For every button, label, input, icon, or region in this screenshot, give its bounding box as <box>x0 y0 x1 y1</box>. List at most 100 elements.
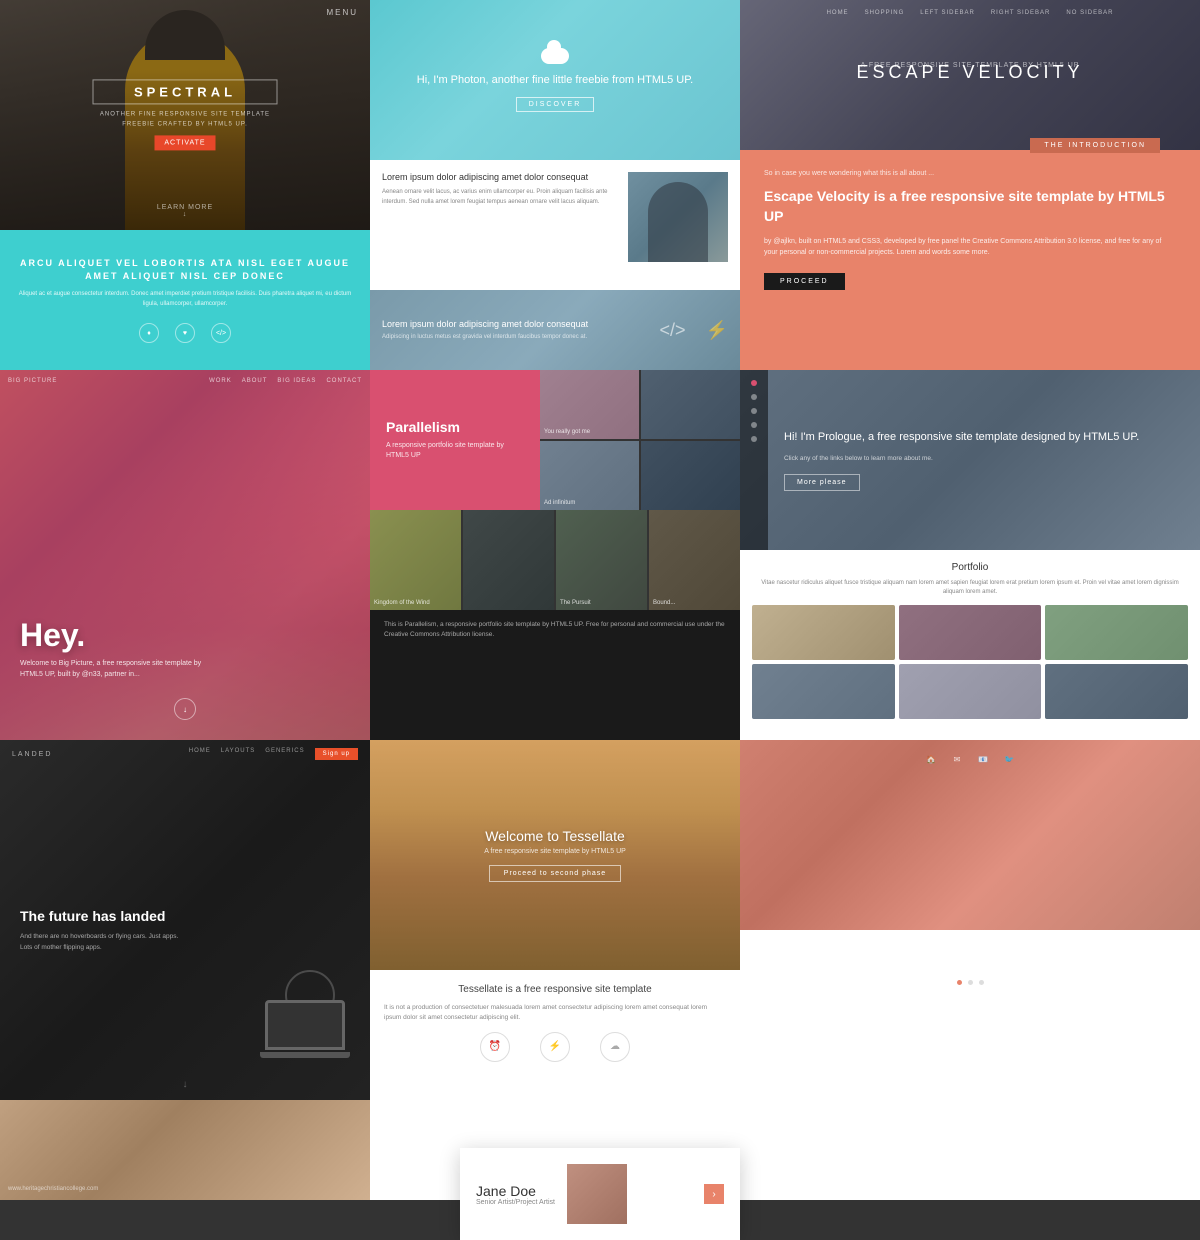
landed-body: And there are no hoverboards or flying c… <box>20 932 180 953</box>
cell-miniport: 🏠 ✉ 📧 🐦 Jane Doe Senior Artist/Project A… <box>740 740 1200 1200</box>
prologue-hero-content: Hi! I'm Prologue, a free responsive site… <box>768 370 1200 550</box>
spectral-icon-2[interactable]: ♥ <box>175 323 195 343</box>
prologue-thumb-1[interactable] <box>752 605 895 660</box>
landed-dark-section: Landed Home Layouts Generics Sign up The… <box>0 740 370 1100</box>
prologue-sidebar-dot-3[interactable] <box>751 408 757 414</box>
spectral-hero: Menu SPECTRAL ANOTHER FINE RESPONSIVE SI… <box>0 0 370 230</box>
prologue-thumb-5[interactable] <box>899 664 1042 719</box>
para-photo-3[interactable]: Ad infinitum <box>540 441 639 510</box>
prologue-more-btn[interactable]: More please <box>784 474 860 491</box>
cell-tessellate: Welcome to Tessellate A free responsive … <box>370 740 740 1200</box>
prologue-thumb-3[interactable] <box>1045 605 1188 660</box>
miniport-dot-2[interactable] <box>968 980 973 985</box>
para-photo-1-label: You really got me <box>544 429 590 435</box>
photon-discover-btn[interactable]: DISCOVER <box>516 97 595 112</box>
miniport-icon-twitter[interactable]: 🐦 <box>1002 752 1016 766</box>
landscape-3[interactable]: The Pursuit <box>556 510 647 610</box>
spectral-icon-3[interactable]: </> <box>211 323 231 343</box>
para-photo-4[interactable] <box>641 441 740 510</box>
prologue-portfolio: Portfolio Vitae nascetur ridiculus aliqu… <box>740 550 1200 740</box>
prologue-thumb-4[interactable] <box>752 664 895 719</box>
prologue-thumb-2[interactable] <box>899 605 1042 660</box>
escape-proceed-btn[interactable]: PROCEED <box>764 273 845 290</box>
escape-subtitle: A FREE RESPONSIVE SITE TEMPLATE BY HTML5… <box>861 62 1080 69</box>
landed-scroll-indicator: ↓ <box>183 1079 188 1090</box>
photon-text-block: Lorem ipsum dolor adipiscing amet dolor … <box>382 172 616 278</box>
miniport-icon-home[interactable]: 🏠 <box>924 752 938 766</box>
spectral-teal-body: Aliquet ac et augue consectetur interdum… <box>16 290 354 309</box>
spectral-title-block: SPECTRAL ANOTHER FINE RESPONSIVE SITE TE… <box>93 79 278 150</box>
landscape-4[interactable]: Bound... <box>649 510 740 610</box>
miniport-nav-icons: 🏠 ✉ 📧 🐦 <box>924 752 1016 766</box>
para-photo-3-label: Ad infinitum <box>544 500 575 506</box>
parallelism-title: Parallelism <box>386 419 524 435</box>
prologue-thumb-6[interactable] <box>1045 664 1188 719</box>
laptop-body <box>260 1052 350 1058</box>
landed-nav-generics[interactable]: Generics <box>265 748 304 760</box>
escape-nav-no[interactable]: NO SIDEBAR <box>1066 10 1113 16</box>
miniport-bottom: Jane Doe Senior Artist/Project Artist › <box>740 930 1200 1200</box>
escape-nav-shopping[interactable]: SHOPPING <box>865 10 905 16</box>
landed-laptop-illustration <box>260 1000 350 1070</box>
bigpicture-nav-contact[interactable]: Contact <box>326 378 362 384</box>
miniport-icon-mail[interactable]: ✉ <box>950 752 964 766</box>
miniport-dots <box>750 980 1190 985</box>
spectral-learn-more[interactable]: LEARN MORE ↓ <box>157 204 213 218</box>
escape-intro-label: THE INTRODUCTION <box>1030 138 1160 153</box>
landed-content: The future has landed And there are no h… <box>20 907 180 953</box>
escape-intro-section: THE INTRODUCTION So in case you were won… <box>740 150 1200 370</box>
spectral-menu[interactable]: Menu <box>326 8 358 17</box>
bigpicture-content: Hey. Welcome to Big Picture, a free resp… <box>20 617 220 680</box>
landed-brand: Landed <box>12 751 52 758</box>
prologue-sidebar-dot-5[interactable] <box>751 436 757 442</box>
landed-nav-layouts[interactable]: Layouts <box>221 748 256 760</box>
prologue-portfolio-grid <box>752 605 1188 719</box>
spectral-logo: SPECTRAL <box>93 79 278 104</box>
landed-nav-right: Home Layouts Generics Sign up <box>189 748 358 760</box>
bigpicture-scroll-btn[interactable]: ↓ <box>174 698 196 720</box>
tessellate-hero-subtext: A free responsive site template by HTML5… <box>484 848 626 855</box>
spectral-subtitle: ANOTHER FINE RESPONSIVE SITE TEMPLATE FR… <box>93 110 278 129</box>
escape-nav-home[interactable]: HOME <box>827 10 849 16</box>
parallelism-photos-grid: You really got me Ad infinitum <box>540 370 740 510</box>
landed-nav-home[interactable]: Home <box>189 748 211 760</box>
parallelism-footer-text: This is Parallelism, a responsive portfo… <box>384 620 726 641</box>
bigpicture-nav: Big Picture Work About Big Ideas Contact <box>8 378 362 384</box>
tessellate-footer-text: It is not a production of consectetuer m… <box>384 1003 726 1024</box>
landed-signup-btn[interactable]: Sign up <box>315 748 358 760</box>
bigpicture-nav-ideas[interactable]: Big Ideas <box>277 378 316 384</box>
para-photo-1[interactable]: You really got me <box>540 370 639 439</box>
prologue-portfolio-text: Vitae nascetur ridiculus aliquet fusce t… <box>752 579 1188 597</box>
parallelism-header: Parallelism A responsive portfolio site … <box>370 370 740 510</box>
bigpicture-person-photo <box>0 370 370 740</box>
spectral-icon-1[interactable]: ♦ <box>139 323 159 343</box>
spectral-activate-btn[interactable]: ACTIVATE <box>154 136 215 151</box>
landscape-4-label: Bound... <box>653 600 675 606</box>
tessellate-icons: ⏰ ⚡ ☁ <box>384 1032 726 1062</box>
escape-nav-right[interactable]: RIGHT SIDEBAR <box>991 10 1051 16</box>
landscape-1[interactable]: Kingdom of the Wind <box>370 510 461 610</box>
prologue-sidebar-dot-4[interactable] <box>751 422 757 428</box>
miniport-dot-3[interactable] <box>979 980 984 985</box>
miniport-dot-1[interactable] <box>957 980 962 985</box>
bigpicture-nav-about[interactable]: About <box>242 378 268 384</box>
tessellate-icon-cloud[interactable]: ☁ <box>600 1032 630 1062</box>
parallelism-title-block: Parallelism A responsive portfolio site … <box>370 370 540 510</box>
prologue-sidebar-dot-2[interactable] <box>751 394 757 400</box>
parallelism-landscape: Kingdom of the Wind The Pursuit Bound... <box>370 510 740 610</box>
escape-nav-left[interactable]: LEFT SIDEBAR <box>920 10 975 16</box>
landscape-2[interactable] <box>463 510 554 610</box>
escape-main-heading: Escape Velocity is a free responsive sit… <box>764 187 1176 226</box>
tessellate-hero-btn[interactable]: Proceed to second phase <box>489 865 621 882</box>
photon-section2-body: Adipiscing in luctus metus est gravida v… <box>382 333 588 342</box>
tessellate-icon-clock[interactable]: ⏰ <box>480 1032 510 1062</box>
prologue-sidebar-dot-1[interactable] <box>751 380 757 386</box>
tessellate-hero: Welcome to Tessellate A free responsive … <box>370 740 740 970</box>
para-photo-2[interactable] <box>641 370 740 439</box>
prologue-hero: Hi! I'm Prologue, a free responsive site… <box>740 370 1200 550</box>
bigpicture-nav-work[interactable]: Work <box>209 378 232 384</box>
spectral-teal-section: ARCU ALIQUET VEL LOBORTIS ATA NISL EGET … <box>0 230 370 370</box>
tessellate-icon-bolt[interactable]: ⚡ <box>540 1032 570 1062</box>
cell-parallelism: Parallelism A responsive portfolio site … <box>370 370 740 740</box>
miniport-icon-email[interactable]: 📧 <box>976 752 990 766</box>
